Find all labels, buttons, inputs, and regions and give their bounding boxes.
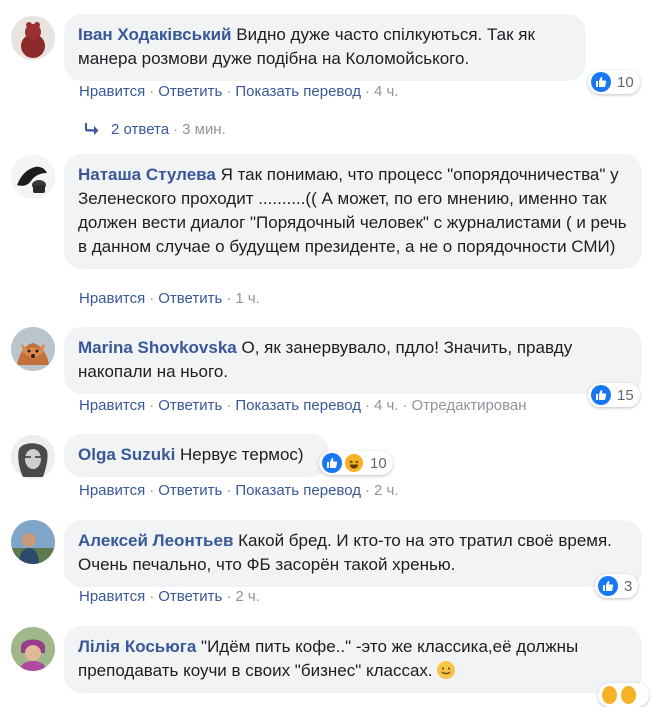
comment-text: Нервує термос) [180, 445, 304, 464]
comment-actions: Нравится · Ответить · Показать перевод · 4 ч. ·… [79, 396, 527, 416]
haha-icon [344, 453, 364, 473]
avatar[interactable] [11, 16, 55, 60]
view-replies-link[interactable]: 2 ответа · 3 мин. [83, 121, 226, 140]
separator: · [149, 83, 155, 100]
separator: · [364, 83, 370, 100]
reply-link[interactable]: Ответить [158, 397, 222, 414]
haha-icon [620, 685, 637, 705]
comment-time[interactable]: 4 ч. [374, 397, 399, 414]
reply-link[interactable]: Ответить [158, 83, 222, 100]
separator: · [226, 83, 232, 100]
replies-time: 3 мин. [182, 121, 226, 138]
like-icon [591, 385, 611, 405]
avatar[interactable] [11, 155, 55, 199]
reaction-summary[interactable]: 10 [588, 70, 640, 94]
reply-arrow-icon [83, 122, 99, 140]
avatar[interactable] [11, 520, 55, 564]
comment-author[interactable]: Алексей Леонтьев [78, 531, 233, 550]
comment-bubble: Лілія Косьюга "Идём пить кофе.." -это же… [64, 626, 642, 693]
like-icon [322, 453, 342, 473]
separator: · [364, 482, 370, 499]
separator: · [226, 290, 232, 307]
replies-count[interactable]: 2 ответа [111, 121, 169, 138]
like-link[interactable]: Нравится [79, 83, 145, 100]
separator: · [173, 121, 179, 138]
like-icon [591, 72, 611, 92]
comment-author[interactable]: Olga Suzuki [78, 445, 175, 464]
like-link[interactable]: Нравится [79, 588, 145, 605]
comment-bubble: Olga Suzuki Нервує термос) [64, 434, 329, 477]
comment-author[interactable]: Лілія Косьюга [78, 637, 196, 656]
comment-actions: Нравится · Ответить · 1 ч. [79, 289, 260, 309]
separator: · [226, 397, 232, 414]
haha-icon [601, 685, 618, 705]
show-translation-link[interactable]: Показать перевод [235, 397, 361, 414]
reaction-summary[interactable] [598, 683, 649, 707]
separator: · [149, 290, 155, 307]
like-link[interactable]: Нравится [79, 290, 145, 307]
comment-time[interactable]: 4 ч. [374, 83, 399, 100]
comment-author[interactable]: Наташа Стулева [78, 165, 216, 184]
reaction-summary[interactable]: 10 [319, 451, 393, 475]
comment-actions: Нравится · Ответить · Показать перевод · 4 ч. [79, 82, 398, 102]
like-link[interactable]: Нравится [79, 482, 145, 499]
edited-label[interactable]: Отредактирован [411, 397, 526, 414]
separator: · [226, 588, 232, 605]
reaction-summary[interactable]: 15 [588, 383, 640, 407]
comment-time[interactable]: 1 ч. [235, 290, 260, 307]
separator: · [402, 397, 408, 414]
reaction-count: 10 [617, 73, 634, 91]
separator: · [364, 397, 370, 414]
avatar[interactable] [11, 327, 55, 371]
comment-author[interactable]: Marina Shovkovska [78, 338, 237, 357]
reply-link[interactable]: Ответить [158, 290, 222, 307]
reaction-count: 3 [624, 577, 633, 595]
comment-actions: Нравится · Ответить · 2 ч. [79, 587, 260, 607]
comment-bubble: Наташа Стулева Я так понимаю, что процес… [64, 154, 642, 269]
comment-actions: Нравится · Ответить · Показать перевод · 2 ч. [79, 481, 398, 501]
comment-bubble: Іван Ходаківський Видно дуже часто спілк… [64, 14, 586, 81]
comment-time[interactable]: 2 ч. [235, 588, 260, 605]
like-link[interactable]: Нравится [79, 397, 145, 414]
reaction-count: 10 [370, 454, 387, 472]
smiling-face-emoji-icon [437, 661, 456, 679]
comment-time[interactable]: 2 ч. [374, 482, 399, 499]
reaction-count: 15 [617, 386, 634, 404]
reply-link[interactable]: Ответить [158, 588, 222, 605]
show-translation-link[interactable]: Показать перевод [235, 83, 361, 100]
avatar[interactable] [11, 627, 55, 671]
reply-link[interactable]: Ответить [158, 482, 222, 499]
comment-bubble: Алексей Леонтьев Какой бред. И кто-то на… [64, 520, 642, 587]
separator: · [149, 482, 155, 499]
like-icon [598, 576, 618, 596]
separator: · [149, 588, 155, 605]
separator: · [149, 397, 155, 414]
avatar[interactable] [11, 435, 55, 479]
comment-author[interactable]: Іван Ходаківський [78, 25, 232, 44]
show-translation-link[interactable]: Показать перевод [235, 482, 361, 499]
reaction-summary[interactable]: 3 [595, 574, 639, 598]
comment-bubble: Marina Shovkovska О, як занервувало, пдл… [64, 327, 642, 394]
separator: · [226, 482, 232, 499]
